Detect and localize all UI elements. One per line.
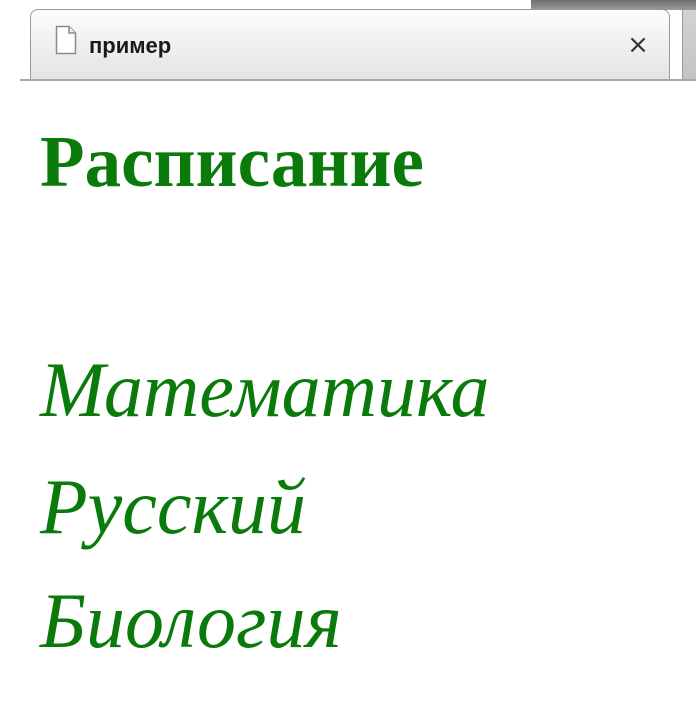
page-heading: Расписание <box>40 121 424 202</box>
page-icon <box>55 25 77 55</box>
tab-title: пример <box>89 33 172 58</box>
subject-item: Русский <box>40 463 306 550</box>
browser-tab[interactable]: пример × <box>30 9 670 79</box>
subject-item: Математика <box>40 346 490 433</box>
next-tab-edge[interactable] <box>682 10 696 80</box>
close-icon[interactable]: × <box>623 30 653 60</box>
page-content: Расписание Математика Русский Биология <box>20 81 696 717</box>
subject-item: Биология <box>40 577 342 664</box>
